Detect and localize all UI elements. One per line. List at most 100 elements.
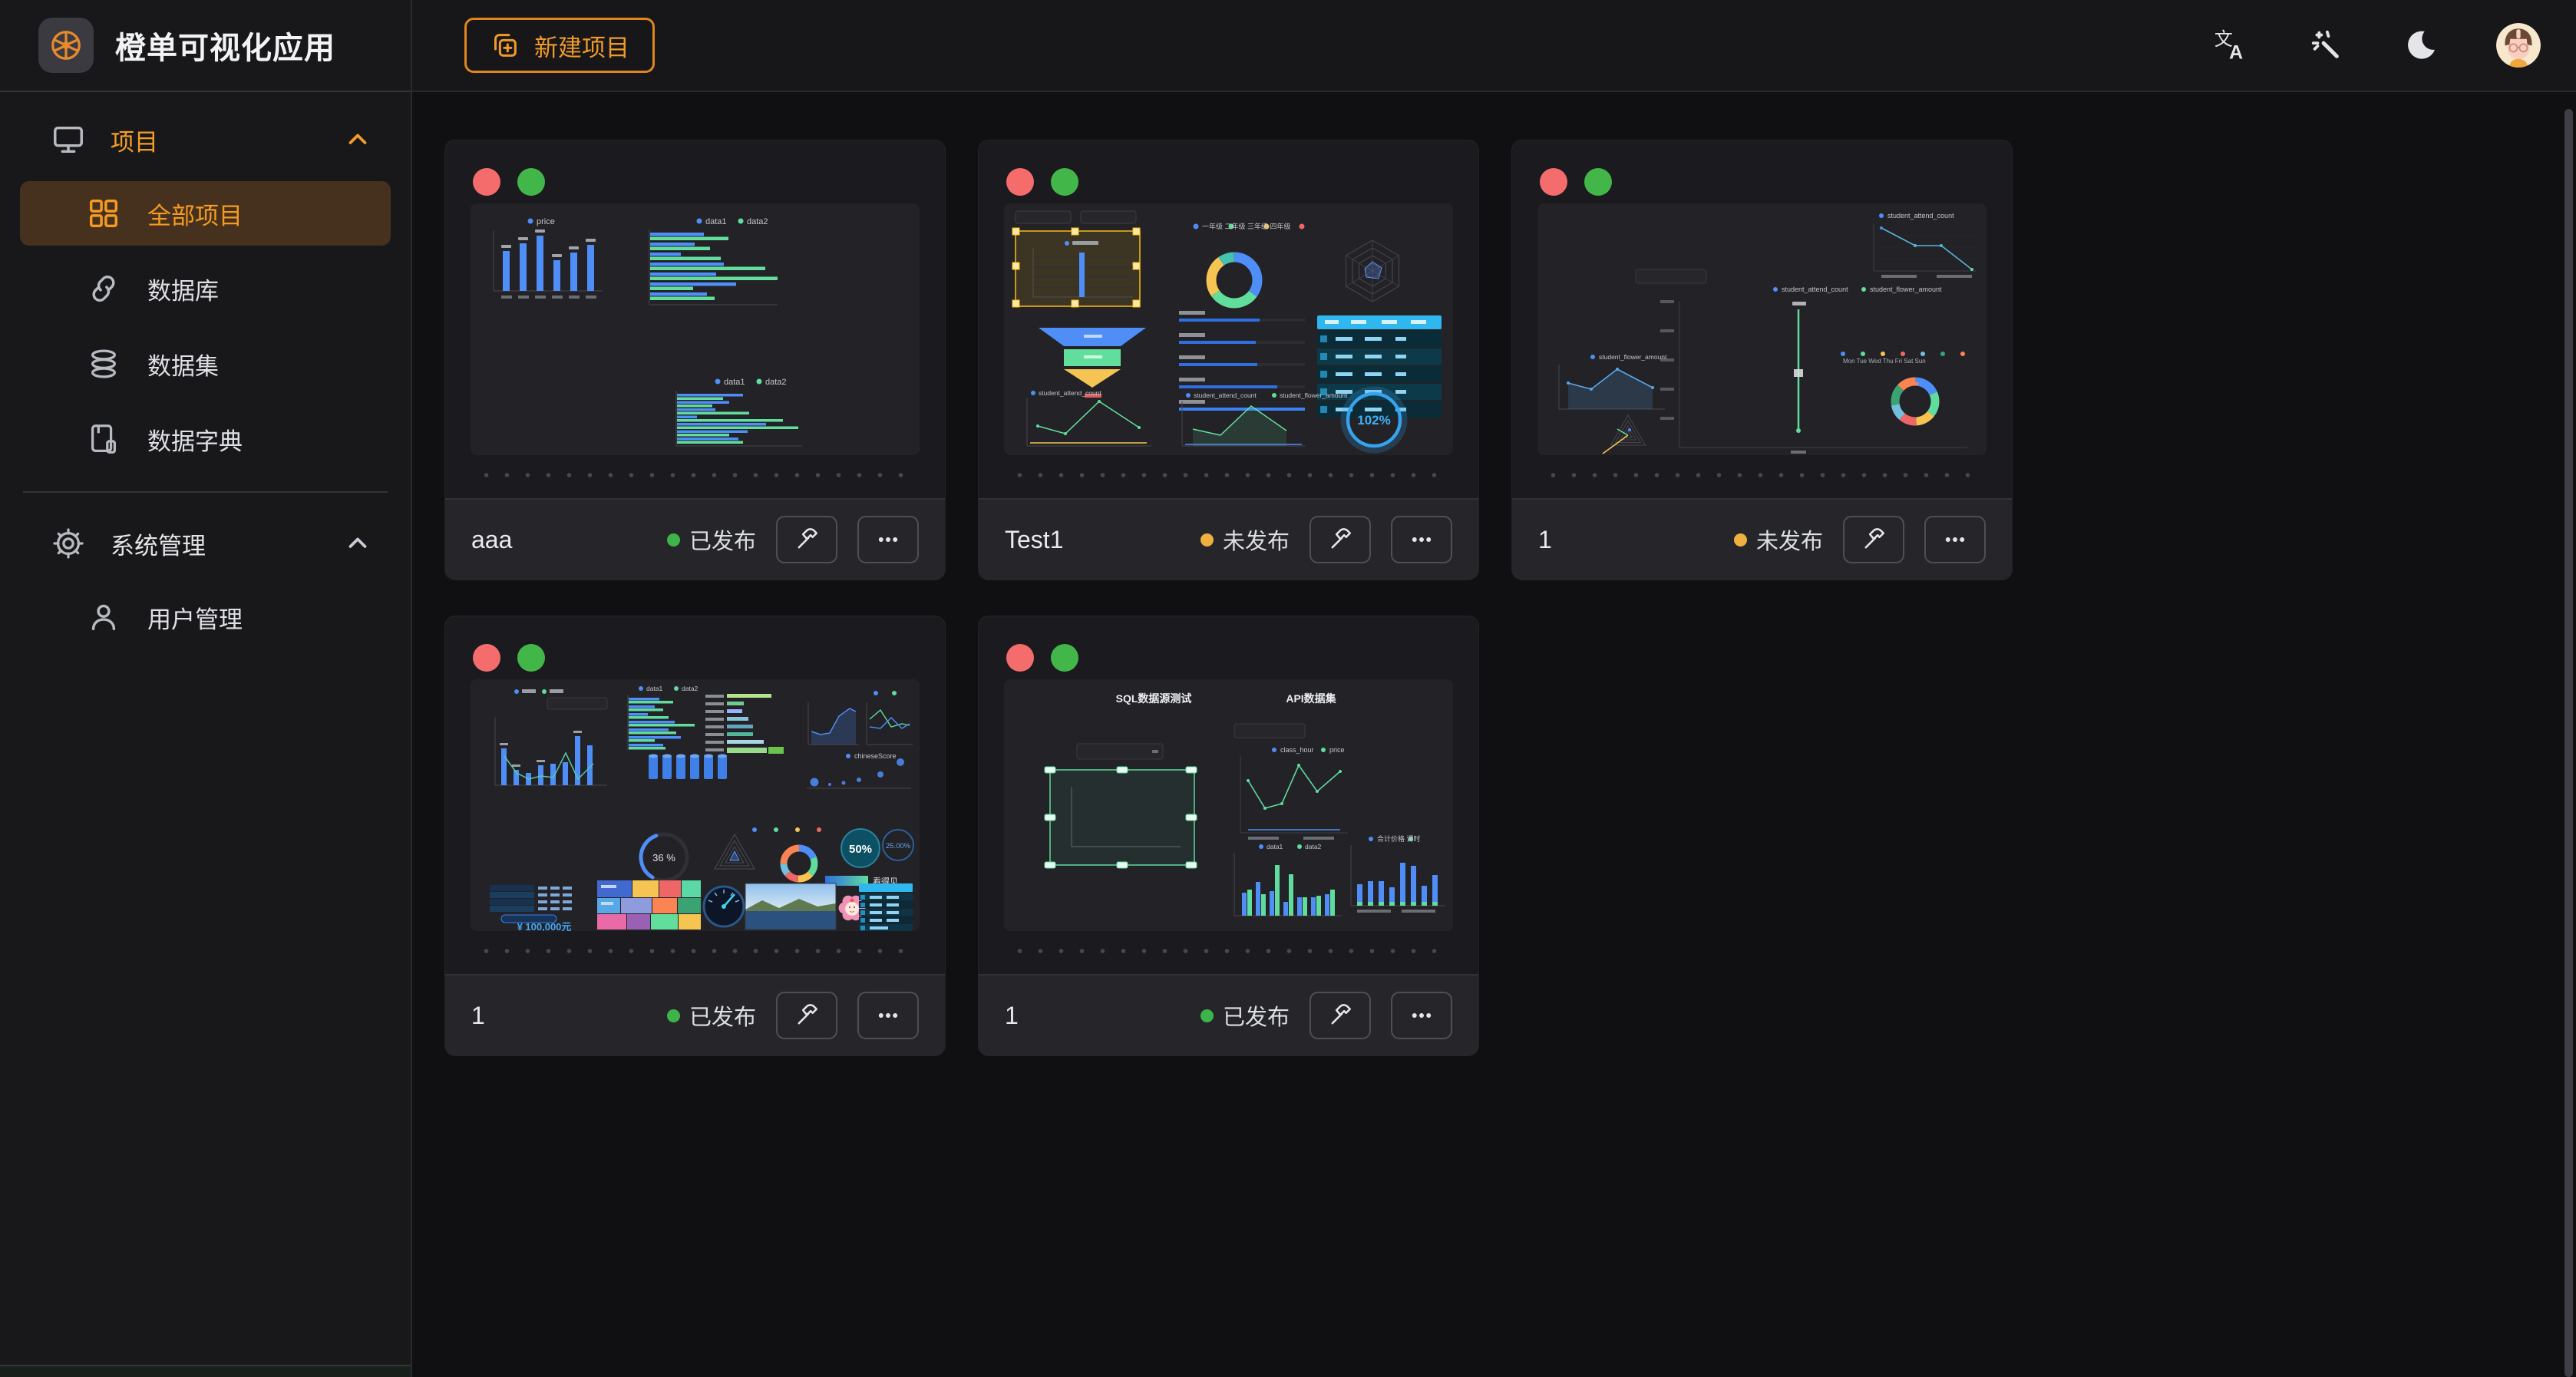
sidebar-menu: 项目 全部项目 bbox=[0, 92, 411, 1365]
sidebar-item-dataset[interactable]: 数据集 bbox=[20, 332, 391, 396]
red-light-icon bbox=[1006, 168, 1034, 196]
green-light-icon bbox=[1584, 168, 1612, 196]
project-thumbnail[interactable]: data1 data2 bbox=[471, 679, 920, 931]
monitor-icon bbox=[51, 122, 86, 157]
menu-item-label: 数据库 bbox=[147, 272, 219, 306]
more-actions-button[interactable] bbox=[1391, 992, 1452, 1039]
status-badge: 已发布 bbox=[1200, 999, 1290, 1032]
combo-chart bbox=[495, 718, 607, 785]
project-thumbnail[interactable]: student_attend_count bbox=[1537, 203, 1986, 455]
edit-project-button[interactable] bbox=[1309, 516, 1371, 563]
svg-text:price: price bbox=[537, 217, 555, 226]
svg-text:¥ 100,000元: ¥ 100,000元 bbox=[517, 921, 572, 931]
right-bar-chart: 合计价格 课时 bbox=[1351, 834, 1445, 913]
more-actions-button[interactable] bbox=[857, 516, 919, 563]
gear-icon bbox=[51, 526, 86, 561]
svg-text:student_attend_count: student_attend_count bbox=[1039, 389, 1101, 397]
project-thumbnail[interactable]: SQL数据源测试 API数据集 bbox=[1004, 679, 1453, 931]
new-project-label: 新建项目 bbox=[534, 28, 629, 63]
green-light-icon bbox=[517, 644, 545, 672]
magic-wand-icon[interactable] bbox=[2306, 25, 2346, 65]
sidebar-item-database[interactable]: 数据库 bbox=[20, 256, 391, 321]
selected-empty-chart bbox=[1045, 767, 1197, 868]
sidebar-section-projects[interactable]: 项目 bbox=[0, 109, 411, 170]
sidebar-item-dictionary[interactable]: 数据字典 bbox=[20, 407, 391, 471]
svg-text:data1: data1 bbox=[705, 217, 727, 226]
translate-icon[interactable]: 文 A bbox=[2211, 25, 2251, 65]
project-thumbnail[interactable]: price bbox=[471, 203, 920, 455]
speedometer bbox=[704, 887, 744, 926]
project-name: 1 bbox=[1538, 526, 1552, 554]
area-chart bbox=[808, 702, 859, 745]
menu-divider bbox=[23, 491, 388, 493]
svg-text:chineseScore: chineseScore bbox=[854, 752, 897, 760]
top-right-line-chart: student_attend_count bbox=[1874, 212, 1977, 278]
svg-text:一年级 二年级 三年级 四年级: 一年级 二年级 三年级 四年级 bbox=[1202, 222, 1291, 230]
more-actions-button[interactable] bbox=[857, 992, 919, 1039]
card-footer: Test1 未发布 bbox=[979, 498, 1478, 580]
project-card: student_attend_count bbox=[1511, 140, 2013, 580]
more-actions-button[interactable] bbox=[1924, 516, 1986, 563]
vertical-scrollbar[interactable] bbox=[2564, 109, 2573, 1377]
sidebar-item-all-projects[interactable]: 全部项目 bbox=[20, 181, 391, 246]
center-chart: student_attend_count student_flower_amou… bbox=[1660, 286, 1967, 454]
card-footer: 1 未发布 bbox=[1512, 498, 2012, 580]
red-light-icon bbox=[473, 644, 500, 672]
topbar: 新建项目 文 A bbox=[412, 0, 2576, 92]
donut-chart: 一年级 二年级 三年级 四年级 bbox=[1194, 222, 1305, 303]
red-light-icon bbox=[473, 168, 500, 196]
svg-text:data1: data1 bbox=[1267, 843, 1283, 850]
project-name: 1 bbox=[1005, 1002, 1019, 1030]
svg-text:student_attend_count: student_attend_count bbox=[1887, 212, 1954, 220]
more-actions-button[interactable] bbox=[1391, 516, 1452, 563]
left-line-chart: student_flower_amount bbox=[1559, 353, 1667, 409]
funnel-chart bbox=[1039, 328, 1146, 398]
svg-text:102%: 102% bbox=[1357, 413, 1390, 428]
mini-hbar-chart: data1 data2 bbox=[649, 217, 778, 305]
project-thumbnail[interactable]: 一年级 二年级 三年级 四年级 bbox=[1004, 203, 1453, 455]
sidebar-item-user-management[interactable]: 用户管理 bbox=[20, 585, 391, 649]
svg-text:data2: data2 bbox=[765, 378, 787, 387]
svg-text:price: price bbox=[1329, 746, 1345, 754]
logo-row: 橙单可视化应用 bbox=[0, 0, 411, 92]
film-strip-dots bbox=[1009, 472, 1448, 478]
edit-project-button[interactable] bbox=[776, 992, 837, 1039]
green-light-icon bbox=[1051, 644, 1078, 672]
svg-text:class_hour: class_hour bbox=[1280, 746, 1314, 754]
svg-text:API数据集: API数据集 bbox=[1286, 692, 1336, 705]
ellipsis-icon bbox=[1409, 1002, 1435, 1029]
svg-text:合计价格 课时: 合计价格 课时 bbox=[1377, 834, 1421, 843]
line-chart-1: student_attend_count bbox=[1027, 389, 1151, 446]
svg-text:data2: data2 bbox=[682, 685, 698, 692]
status-dot bbox=[667, 1009, 680, 1022]
app-title: 橙单可视化应用 bbox=[115, 23, 335, 68]
menu-item-label: 用户管理 bbox=[147, 600, 243, 635]
document-icon bbox=[86, 421, 121, 457]
project-card: data1 data2 bbox=[444, 616, 946, 1056]
chevron-up-icon[interactable] bbox=[343, 125, 372, 154]
edit-project-button[interactable] bbox=[1843, 516, 1904, 563]
chevron-up-icon[interactable] bbox=[343, 529, 372, 558]
new-project-button[interactable]: 新建项目 bbox=[464, 18, 655, 73]
triangle-radar bbox=[715, 834, 755, 869]
triangle-radar bbox=[1603, 415, 1646, 454]
status-badge: 已发布 bbox=[667, 999, 756, 1032]
edit-project-button[interactable] bbox=[776, 516, 837, 563]
projects-panel: price bbox=[412, 92, 2576, 1377]
mini-week-donut bbox=[752, 827, 821, 879]
section-label: 项目 bbox=[111, 123, 158, 157]
right-table bbox=[859, 883, 913, 931]
badge-50: 50% bbox=[841, 829, 880, 867]
card-status-lights bbox=[1512, 140, 2012, 196]
link-icon bbox=[86, 271, 121, 306]
hammer-icon bbox=[794, 527, 820, 553]
project-name: aaa bbox=[471, 526, 512, 554]
treemap bbox=[597, 880, 701, 930]
hbar-list bbox=[705, 694, 784, 754]
user-avatar[interactable] bbox=[2496, 23, 2541, 68]
hammer-icon bbox=[1861, 527, 1887, 553]
edit-project-button[interactable] bbox=[1309, 992, 1371, 1039]
status-dot bbox=[667, 533, 680, 547]
dark-mode-moon-icon[interactable] bbox=[2401, 25, 2441, 65]
sidebar-section-system[interactable]: 系统管理 bbox=[0, 513, 411, 574]
